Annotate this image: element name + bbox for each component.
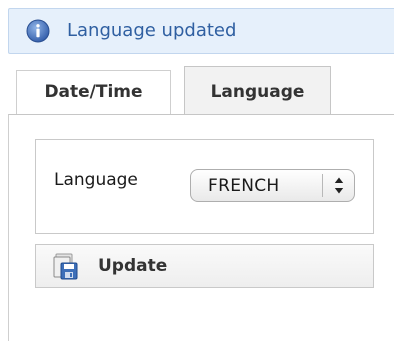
- update-button[interactable]: Update: [35, 244, 374, 288]
- language-select[interactable]: FRENCH: [190, 169, 355, 202]
- tab-date-time[interactable]: Date/Time: [16, 70, 171, 115]
- language-select-value: FRENCH: [208, 176, 280, 196]
- notification-banner: Language updated: [8, 8, 394, 54]
- update-button-label: Update: [98, 256, 168, 276]
- up-down-arrows-icon: [334, 177, 344, 194]
- language-label: Language: [54, 170, 138, 190]
- tab-language[interactable]: Language: [184, 66, 331, 115]
- save-icon: [53, 253, 78, 280]
- notification-text: Language updated: [67, 20, 237, 41]
- info-icon: [26, 19, 50, 43]
